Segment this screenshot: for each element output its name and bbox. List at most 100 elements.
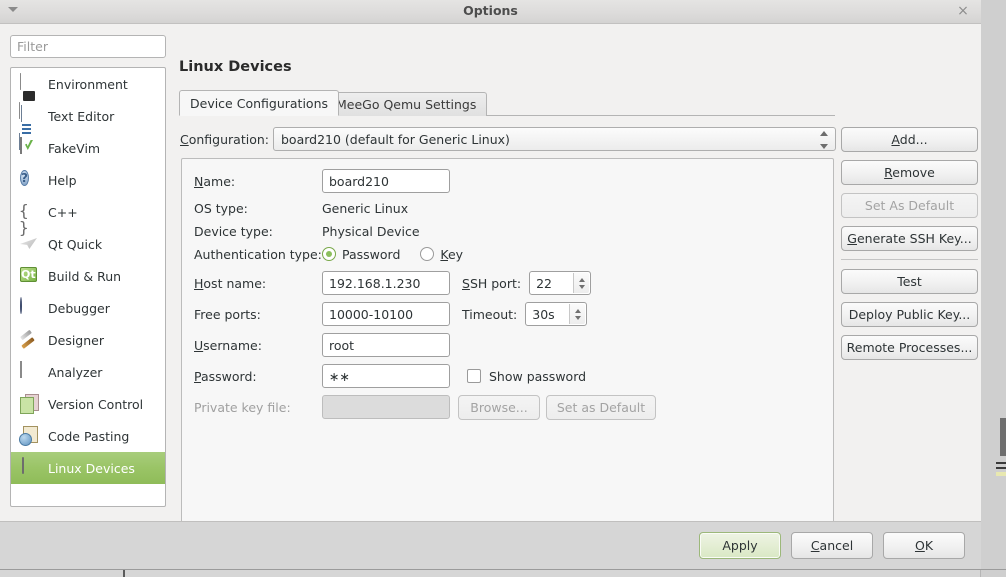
filter-input[interactable]	[10, 35, 166, 58]
host-name-input[interactable]	[322, 271, 450, 295]
designer-icon	[19, 330, 39, 350]
radio-key[interactable]: Key	[420, 247, 463, 262]
background-window-strip	[980, 0, 1006, 577]
show-password-checkbox[interactable]	[467, 369, 481, 383]
timeout-spin-buttons[interactable]	[569, 304, 586, 324]
fakevim-icon	[19, 137, 39, 158]
sidebar-item-version-control[interactable]: Version Control	[11, 388, 165, 420]
ssh-port-label: SSH port:	[462, 275, 522, 291]
free-ports-label: Free ports:	[194, 306, 261, 322]
radio-key-indicator	[420, 247, 435, 261]
configuration-combobox[interactable]: board210 (default for Generic Linux)	[273, 127, 836, 151]
title-bar: Options ×	[0, 0, 981, 24]
side-button-generate-ssh-key[interactable]: Generate SSH Key...	[841, 226, 978, 251]
private-key-file-input[interactable]	[322, 395, 450, 419]
qt-quick-icon	[19, 234, 39, 254]
sidebar-item-fakevim[interactable]: FakeVim	[11, 132, 165, 164]
sidebar-item-code-pasting[interactable]: Code Pasting	[11, 420, 165, 452]
background-scrollbar-marks	[996, 462, 1006, 480]
fakevim-icon-glyph	[20, 137, 22, 154]
ok-button[interactable]: OK	[883, 532, 965, 559]
sidebar-item-label: Designer	[48, 332, 104, 348]
browse-button[interactable]: Browse...	[458, 394, 540, 420]
side-button-deploy-public-key[interactable]: Deploy Public Key...	[841, 302, 978, 327]
sidebar-item-help[interactable]: ? Help	[11, 164, 165, 196]
sidebar-item-label: Environment	[48, 76, 128, 92]
apply-button[interactable]: Apply	[699, 532, 781, 559]
field-row-username: Username:	[194, 333, 450, 357]
timeout-spinbox[interactable]	[525, 302, 588, 326]
host-name-label: Host name:	[194, 275, 267, 291]
side-button-set-as-default[interactable]: Set As Default	[841, 193, 978, 218]
name-input[interactable]	[322, 169, 450, 193]
background-scrollbar-thumb[interactable]	[1000, 418, 1006, 456]
sidebar-item-label: Code Pasting	[48, 428, 130, 444]
sidebar-item-debugger[interactable]: Debugger	[11, 292, 165, 324]
configuration-label: Configuration:	[180, 131, 269, 147]
side-button-column: Add... Remove Set As Default Generate SSH K…	[841, 127, 978, 368]
spin-down-icon[interactable]	[578, 284, 585, 289]
category-list[interactable]: Environment Text Editor FakeVim ? Help { } C++…	[10, 67, 166, 507]
environment-icon	[19, 73, 39, 119]
side-button-label: Add...	[891, 132, 928, 147]
sidebar-item-label: Text Editor	[48, 108, 115, 124]
radio-password[interactable]: Password	[322, 247, 400, 262]
tab-meego-qemu-settings[interactable]: MeeGo Qemu Settings	[325, 92, 488, 116]
timeout-label: Timeout:	[462, 306, 518, 322]
side-button-test[interactable]: Test	[841, 269, 978, 294]
browse-button-label: Browse...	[470, 399, 528, 415]
chevron-up-icon	[819, 131, 828, 136]
cancel-button-label: Cancel	[810, 538, 854, 553]
build-run-icon: Qt	[19, 266, 39, 286]
free-ports-input[interactable]	[322, 302, 450, 326]
spin-up-icon[interactable]	[578, 277, 585, 282]
side-button-label: Test	[897, 274, 922, 289]
sidebar-item-label: Debugger	[48, 300, 110, 316]
code-pasting-icon	[19, 426, 39, 446]
set-as-default-key-button[interactable]: Set as Default	[546, 394, 656, 420]
sidebar-item-c[interactable]: { } C++	[11, 196, 165, 236]
apply-button-label: Apply	[722, 538, 758, 553]
password-input[interactable]	[322, 364, 450, 388]
field-row-device-type: Device type: Physical Device	[194, 219, 420, 243]
sidebar-item-label: C++	[48, 204, 78, 220]
combobox-arrows-icon[interactable]	[818, 131, 829, 149]
side-button-remove[interactable]: Remove	[841, 160, 978, 185]
ssh-port-spinbox[interactable]	[529, 271, 592, 295]
text-editor-icon	[19, 105, 39, 150]
sidebar-item-label: FakeVim	[48, 140, 101, 156]
cpp-icon-glyph: { }	[19, 201, 29, 237]
side-button-add[interactable]: Add...	[841, 127, 978, 152]
sidebar-item-designer[interactable]: Designer	[11, 324, 165, 356]
spin-down-icon[interactable]	[574, 315, 581, 320]
chevron-down-icon	[819, 144, 828, 149]
tab-label: MeeGo Qemu Settings	[336, 97, 477, 112]
name-label: Name:	[194, 173, 236, 189]
side-button-remote-processes[interactable]: Remote Processes...	[841, 335, 978, 360]
sidebar-item-linux-devices[interactable]: Linux Devices	[11, 452, 165, 484]
os-type-value: Generic Linux	[322, 200, 409, 216]
spin-up-icon[interactable]	[574, 308, 581, 313]
ssh-port-spin-buttons[interactable]	[573, 273, 590, 293]
authentication-type-label: Authentication type:	[194, 246, 322, 262]
field-row-os-type: OS type: Generic Linux	[194, 196, 408, 220]
sidebar-item-environment[interactable]: Environment	[11, 68, 165, 119]
sidebar-item-analyzer[interactable]: Analyzer	[11, 356, 165, 388]
tab-device-configurations[interactable]: Device Configurations	[179, 90, 340, 116]
cancel-button[interactable]: Cancel	[791, 532, 873, 559]
field-row-private-key-file: Private key file: Browse... Set as Defau…	[194, 394, 656, 420]
field-row-password: Password: Show password	[194, 364, 586, 388]
show-password-label: Show password	[489, 368, 587, 384]
radio-key-label: Key	[440, 246, 464, 262]
help-icon-glyph: ?	[20, 170, 29, 186]
username-input[interactable]	[322, 333, 450, 357]
side-button-label: Remote Processes...	[846, 340, 973, 355]
sidebar-item-text-editor[interactable]: Text Editor	[11, 100, 165, 150]
dialog-buttons: Apply Cancel OK	[699, 532, 965, 559]
sidebar-item-build-run[interactable]: Qt Build & Run	[11, 260, 165, 292]
close-icon[interactable]: ×	[955, 4, 971, 20]
debugger-icon-glyph	[20, 297, 22, 314]
sidebar-item-qt-quick[interactable]: Qt Quick	[11, 228, 165, 260]
os-type-label: OS type:	[194, 200, 248, 216]
field-row-host-name: Host name: SSH port:	[194, 271, 592, 295]
